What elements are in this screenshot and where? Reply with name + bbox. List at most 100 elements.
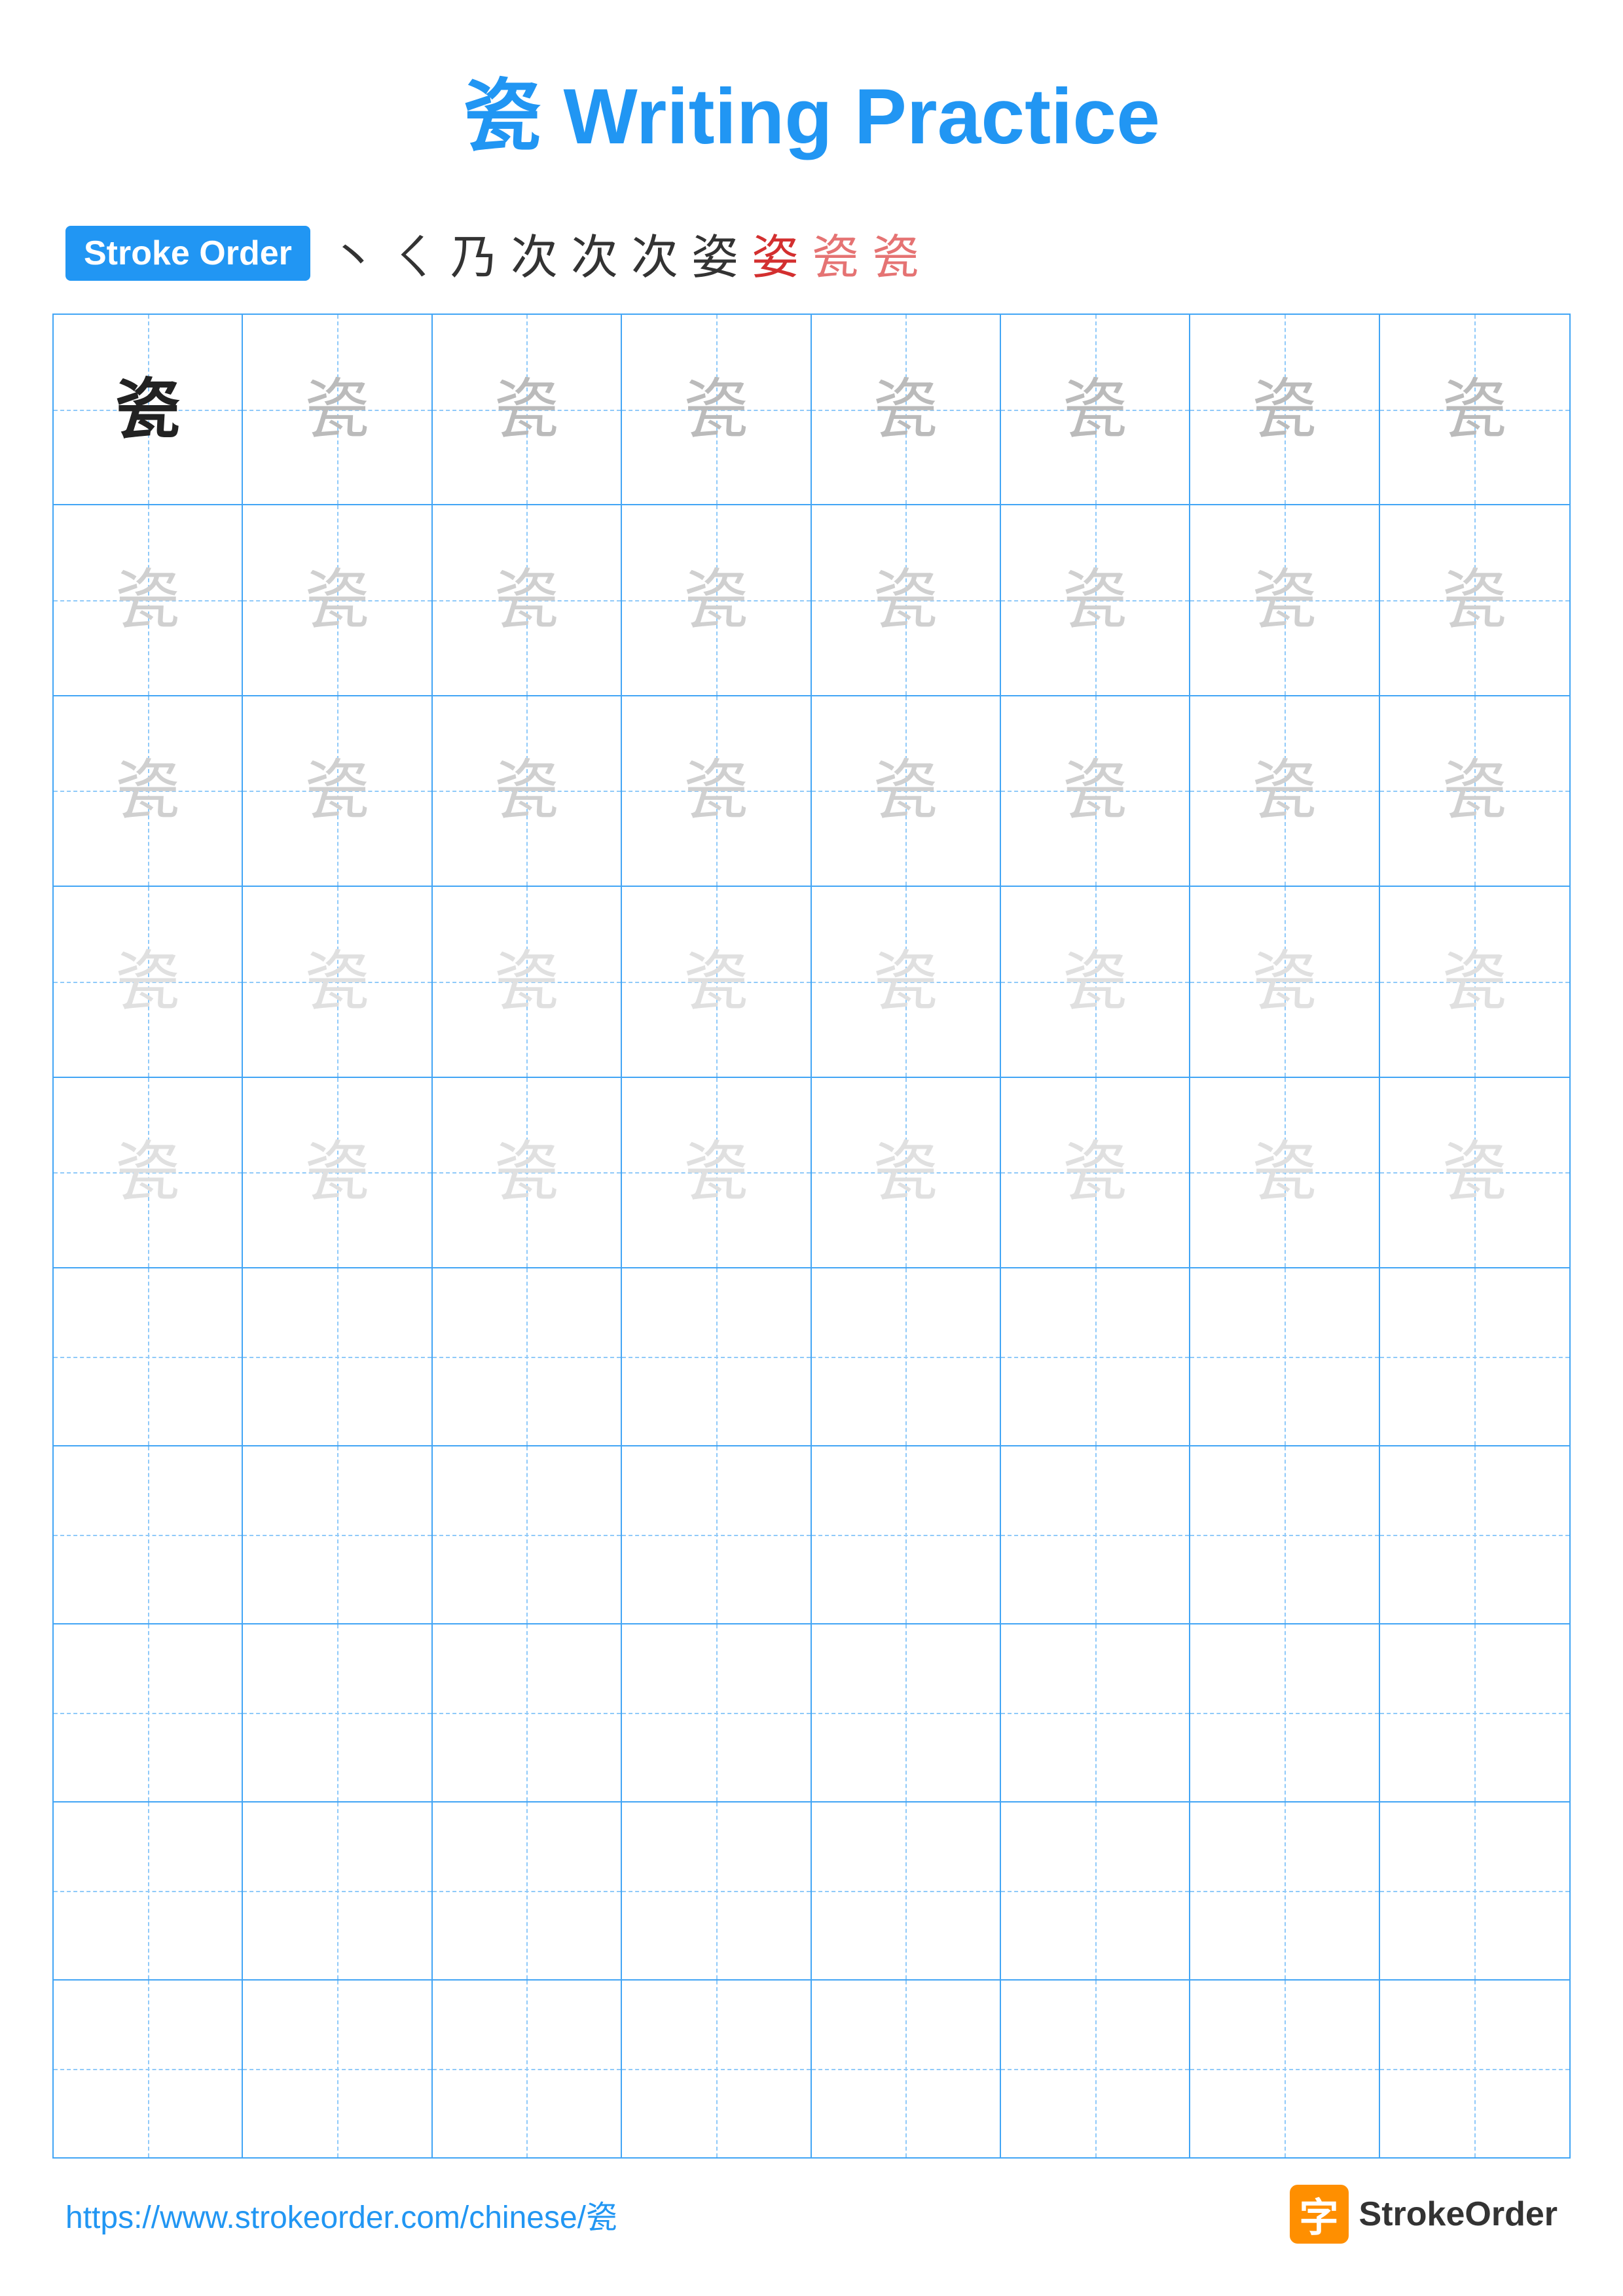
empty-cell[interactable] [243,1803,432,1979]
empty-cell[interactable] [54,1446,243,1623]
empty-cell[interactable] [433,1981,622,2157]
empty-cell[interactable] [1190,1803,1379,1979]
grid-cell[interactable]: 瓷 [1001,505,1190,694]
grid-cell[interactable]: 瓷 [1380,1078,1569,1267]
empty-cell[interactable] [1380,1446,1569,1623]
empty-cell[interactable] [243,1268,432,1445]
empty-cell[interactable] [1001,1981,1190,2157]
grid-cell[interactable]: 瓷 [1001,315,1190,504]
stroke-2: ㄑ [390,219,437,287]
title-text: Writing Practice [563,73,1159,160]
empty-cell[interactable] [1380,1268,1569,1445]
grid-cell[interactable]: 瓷 [54,315,243,504]
stroke-4: 次 [511,219,558,287]
grid-cell[interactable]: 瓷 [622,696,811,886]
stroke-8: 姿 [752,219,799,287]
grid-cell[interactable]: 瓷 [433,1078,622,1267]
grid-row-6 [54,1268,1569,1446]
empty-cell[interactable] [54,1624,243,1801]
grid-cell[interactable]: 瓷 [243,315,432,504]
grid-cell[interactable]: 瓷 [812,1078,1001,1267]
grid-cell[interactable]: 瓷 [812,315,1001,504]
grid-cell[interactable]: 瓷 [812,505,1001,694]
grid-cell[interactable]: 瓷 [812,887,1001,1076]
empty-cell[interactable] [622,1981,811,2157]
empty-cell[interactable] [54,1803,243,1979]
empty-cell[interactable] [54,1981,243,2157]
empty-cell[interactable] [1190,1268,1379,1445]
grid-cell[interactable]: 瓷 [433,696,622,886]
stroke-order-section: Stroke Order 丶 ㄑ 乃 次 次 次 姿 姿 瓷 瓷 [0,206,1623,314]
grid-cell[interactable]: 瓷 [622,887,811,1076]
grid-cell[interactable]: 瓷 [1001,696,1190,886]
grid-cell[interactable]: 瓷 [243,1078,432,1267]
empty-cell[interactable] [622,1624,811,1801]
empty-cell[interactable] [1001,1268,1190,1445]
grid-cell[interactable]: 瓷 [54,505,243,694]
grid-cell[interactable]: 瓷 [54,696,243,886]
footer-url[interactable]: https://www.strokeorder.com/chinese/瓷 [65,2191,617,2237]
grid-cell[interactable]: 瓷 [1001,1078,1190,1267]
empty-cell[interactable] [622,1803,811,1979]
grid-cell[interactable]: 瓷 [1190,887,1379,1076]
empty-cell[interactable] [622,1446,811,1623]
stroke-order-chars: 丶 ㄑ 乃 次 次 次 姿 姿 瓷 瓷 [330,219,919,287]
empty-cell[interactable] [1190,1981,1379,2157]
grid-cell[interactable]: 瓷 [1380,696,1569,886]
empty-cell[interactable] [812,1981,1001,2157]
grid-cell[interactable]: 瓷 [812,696,1001,886]
empty-cell[interactable] [622,1268,811,1445]
empty-cell[interactable] [433,1624,622,1801]
logo-icon: 字 [1290,2185,1349,2244]
grid-row-2: 瓷 瓷 瓷 瓷 瓷 瓷 瓷 瓷 [54,505,1569,696]
empty-cell[interactable] [1380,1624,1569,1801]
empty-cell[interactable] [812,1446,1001,1623]
grid-cell[interactable]: 瓷 [1190,1078,1379,1267]
stroke-1: 丶 [330,219,377,287]
empty-cell[interactable] [812,1624,1001,1801]
empty-cell[interactable] [812,1268,1001,1445]
grid-cell[interactable]: 瓷 [1001,887,1190,1076]
grid-cell[interactable]: 瓷 [54,887,243,1076]
grid-cell[interactable]: 瓷 [1190,315,1379,504]
grid-cell[interactable]: 瓷 [433,315,622,504]
empty-cell[interactable] [243,1981,432,2157]
practice-grid-container: 瓷 瓷 瓷 瓷 瓷 瓷 瓷 瓷 [0,314,1623,2159]
empty-cell[interactable] [54,1268,243,1445]
grid-cell[interactable]: 瓷 [1380,887,1569,1076]
grid-cell[interactable]: 瓷 [1190,505,1379,694]
empty-cell[interactable] [1001,1624,1190,1801]
empty-cell[interactable] [433,1446,622,1623]
grid-cell[interactable]: 瓷 [243,505,432,694]
grid-cell[interactable]: 瓷 [243,887,432,1076]
grid-cell[interactable]: 瓷 [622,315,811,504]
grid-cell[interactable]: 瓷 [433,505,622,694]
empty-cell[interactable] [243,1446,432,1623]
grid-row-7 [54,1446,1569,1624]
empty-cell[interactable] [1380,1981,1569,2157]
grid-cell[interactable]: 瓷 [433,887,622,1076]
practice-grid: 瓷 瓷 瓷 瓷 瓷 瓷 瓷 瓷 [52,314,1571,2159]
stroke-7: 姿 [691,219,739,287]
grid-row-3: 瓷 瓷 瓷 瓷 瓷 瓷 瓷 瓷 [54,696,1569,887]
stroke-9: 瓷 [812,219,859,287]
empty-cell[interactable] [1001,1803,1190,1979]
empty-cell[interactable] [1380,1803,1569,1979]
grid-cell[interactable]: 瓷 [243,696,432,886]
empty-cell[interactable] [1190,1446,1379,1623]
empty-cell[interactable] [812,1803,1001,1979]
grid-cell[interactable]: 瓷 [1380,505,1569,694]
grid-cell[interactable]: 瓷 [622,1078,811,1267]
empty-cell[interactable] [433,1803,622,1979]
stroke-5: 次 [571,219,618,287]
grid-cell[interactable]: 瓷 [1190,696,1379,886]
grid-cell[interactable]: 瓷 [1380,315,1569,504]
empty-cell[interactable] [243,1624,432,1801]
stroke-order-badge: Stroke Order [65,226,310,281]
grid-cell[interactable]: 瓷 [54,1078,243,1267]
grid-row-1: 瓷 瓷 瓷 瓷 瓷 瓷 瓷 瓷 [54,315,1569,505]
empty-cell[interactable] [1190,1624,1379,1801]
empty-cell[interactable] [433,1268,622,1445]
grid-cell[interactable]: 瓷 [622,505,811,694]
empty-cell[interactable] [1001,1446,1190,1623]
